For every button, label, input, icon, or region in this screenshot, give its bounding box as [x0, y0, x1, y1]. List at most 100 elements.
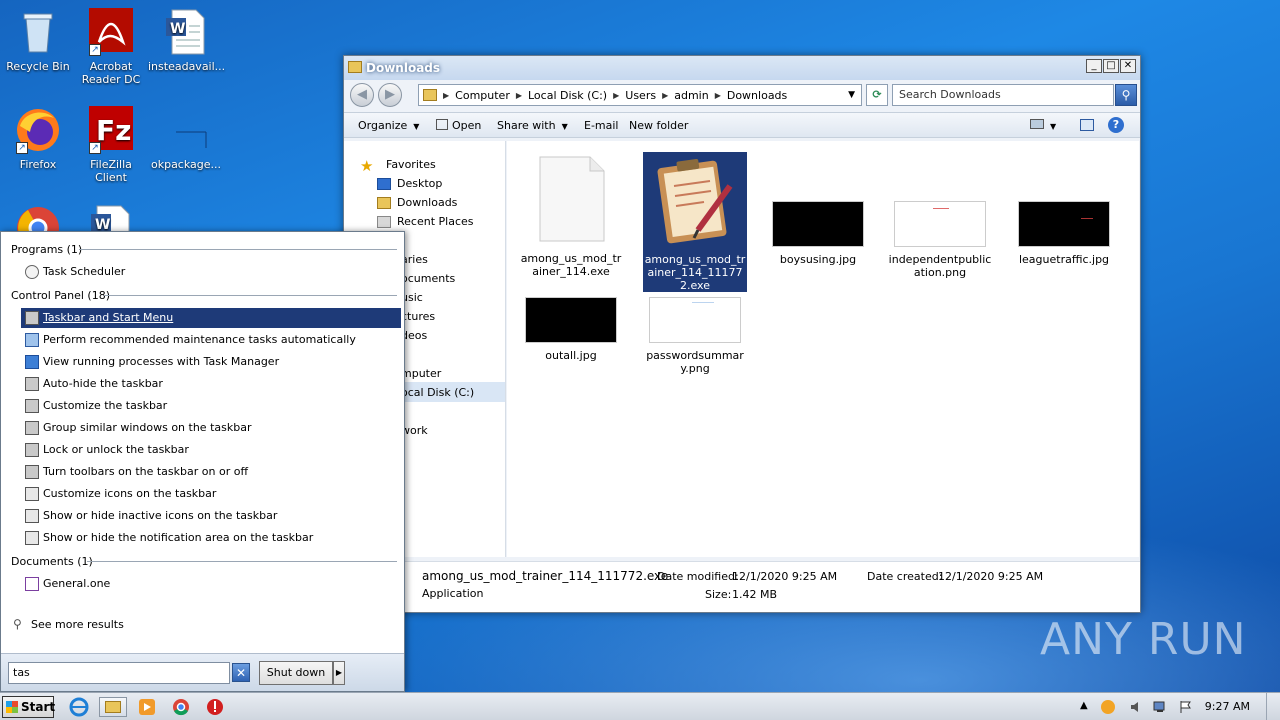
- file-item[interactable]: independentpublication.png: [888, 201, 992, 279]
- action-center-flag-icon[interactable]: [1178, 700, 1192, 714]
- nav-desktop[interactable]: Desktop: [397, 177, 442, 190]
- result-general-one[interactable]: General.one: [21, 574, 401, 594]
- media-player-icon[interactable]: [136, 697, 158, 717]
- file-item[interactable]: leaguetraffic.jpg: [1012, 201, 1116, 266]
- result-control-item[interactable]: Group similar windows on the taskbar: [21, 418, 401, 438]
- documents-header[interactable]: Documents (1): [11, 555, 93, 568]
- clear-search-icon[interactable]: ✕: [232, 663, 250, 682]
- view-options-icon[interactable]: ▼: [1030, 119, 1056, 132]
- network-icon[interactable]: [1153, 700, 1167, 714]
- file-item-selected[interactable]: among_us_mod_trainer_114_111772.exe: [643, 152, 747, 292]
- result-control-item[interactable]: Show or hide the notification area on th…: [21, 528, 401, 548]
- start-button[interactable]: Start: [2, 696, 55, 718]
- result-control-item[interactable]: Lock or unlock the taskbar: [21, 440, 401, 460]
- shutdown-button[interactable]: Shut down: [259, 661, 333, 685]
- control-panel-header[interactable]: Control Panel (18): [11, 289, 110, 302]
- organize-menu[interactable]: Organize ▼: [358, 119, 419, 132]
- file-item[interactable]: boysusing.jpg: [766, 201, 870, 266]
- chevron-right-icon[interactable]: ▶: [613, 91, 619, 100]
- chevron-down-icon: ▼: [413, 122, 420, 131]
- nav-computer[interactable]: mputer: [401, 367, 441, 380]
- breadcrumb-downloads[interactable]: Downloads: [727, 89, 787, 102]
- minimize-button[interactable]: _: [1086, 59, 1102, 73]
- file-item[interactable]: among_us_mod_trainer_114.exe: [519, 155, 623, 278]
- result-control-item[interactable]: Customize the taskbar: [21, 396, 401, 416]
- breadcrumb-local-disk[interactable]: Local Disk (C:): [528, 89, 607, 102]
- nav-downloads[interactable]: Downloads: [397, 196, 457, 209]
- result-control-item[interactable]: Auto-hide the taskbar: [21, 374, 401, 394]
- file-name: outall.jpg: [545, 349, 597, 362]
- divider: [104, 295, 397, 296]
- details-filename: among_us_mod_trainer_114_111772.exe: [422, 569, 669, 583]
- result-label: Taskbar and Start Menu: [43, 311, 174, 324]
- share-with-menu[interactable]: Share with ▼: [497, 119, 568, 132]
- chevron-right-icon[interactable]: ▶: [715, 91, 721, 100]
- programs-header[interactable]: Programs (1): [11, 243, 82, 256]
- chevron-right-icon[interactable]: ▶: [662, 91, 668, 100]
- result-control-item[interactable]: Perform recommended maintenance tasks au…: [21, 330, 401, 350]
- refresh-button[interactable]: ⟳: [866, 84, 888, 106]
- taskbar-settings-icon: [25, 311, 39, 325]
- desktop-icon-recycle-bin[interactable]: Recycle Bin: [0, 8, 76, 73]
- address-bar[interactable]: ▶ Computer ▶ Local Disk (C:) ▶ Users ▶ a…: [418, 84, 862, 106]
- speaker-icon[interactable]: [1129, 700, 1143, 714]
- maximize-button[interactable]: □: [1103, 59, 1119, 73]
- preview-pane-icon[interactable]: [1080, 119, 1094, 134]
- desktop-icon-word-2[interactable]: W: [73, 204, 149, 232]
- nav-libraries[interactable]: aries: [401, 253, 428, 266]
- show-hidden-icons-icon[interactable]: ▲: [1080, 700, 1094, 714]
- new-folder-button[interactable]: New folder: [629, 119, 688, 132]
- chrome-icon[interactable]: [170, 697, 192, 717]
- avast-tray-icon[interactable]: [1101, 700, 1115, 714]
- filezilla-icon: Fz ↗: [87, 106, 135, 154]
- desktop-icon-okpackage[interactable]: okpackage...: [148, 106, 224, 171]
- forward-button[interactable]: ▶: [378, 83, 402, 107]
- see-more-results-link[interactable]: ⚲ See more results: [13, 617, 124, 631]
- clock[interactable]: 9:27 AM: [1205, 700, 1250, 713]
- file-item[interactable]: passwordsummary.png: [643, 297, 747, 375]
- email-button[interactable]: E-mail: [584, 119, 619, 132]
- show-desktop-button[interactable]: [1266, 693, 1280, 720]
- close-button[interactable]: ✕: [1120, 59, 1136, 73]
- search-icon[interactable]: ⚲: [1115, 84, 1137, 106]
- start-search-input[interactable]: tas: [8, 662, 230, 684]
- breadcrumb-computer[interactable]: Computer: [455, 89, 510, 102]
- start-menu: Programs (1) Task Scheduler Control Pane…: [0, 231, 405, 692]
- open-icon: [436, 119, 448, 130]
- nav-favorites[interactable]: Favorites: [386, 158, 436, 171]
- result-control-item[interactable]: View running processes with Task Manager: [21, 352, 401, 372]
- window-titlebar[interactable]: Downloads _ □ ✕: [344, 56, 1140, 80]
- breadcrumb-admin[interactable]: admin: [674, 89, 708, 102]
- details-created: 12/1/2020 9:25 AM: [938, 570, 1044, 583]
- warning-app-icon[interactable]: [204, 697, 226, 717]
- nav-pictures[interactable]: ctures: [401, 310, 435, 323]
- file-item[interactable]: outall.jpg: [519, 297, 623, 362]
- result-control-item[interactable]: Taskbar and Start Menu: [21, 308, 401, 328]
- shutdown-options-icon[interactable]: ▶: [333, 661, 345, 685]
- nav-recent-places[interactable]: Recent Places: [397, 215, 474, 228]
- nav-documents[interactable]: ocuments: [401, 272, 455, 285]
- explorer-taskbar-icon[interactable]: [99, 697, 127, 717]
- open-button[interactable]: Open: [436, 119, 481, 132]
- desktop-icon-filezilla[interactable]: Fz ↗ FileZilla Client: [73, 106, 149, 184]
- desktop-icon-word-doc[interactable]: W insteadavail...: [148, 8, 225, 73]
- desktop-icon-chrome[interactable]: [0, 204, 76, 232]
- desktop-icon-acrobat[interactable]: ↗ Acrobat Reader DC: [73, 8, 149, 86]
- back-button[interactable]: ◀: [350, 83, 374, 107]
- firefox-icon: ↗: [14, 106, 62, 154]
- result-task-scheduler[interactable]: Task Scheduler: [21, 262, 401, 282]
- internet-explorer-icon[interactable]: [68, 697, 90, 717]
- breadcrumb-users[interactable]: Users: [625, 89, 656, 102]
- result-control-item[interactable]: Turn toolbars on the taskbar on or off: [21, 462, 401, 482]
- taskbar-settings-icon: [25, 421, 39, 435]
- taskbar-settings-icon: [25, 465, 39, 479]
- nav-local-disk[interactable]: ocal Disk (C:): [401, 386, 474, 399]
- result-control-item[interactable]: Show or hide inactive icons on the taskb…: [21, 506, 401, 526]
- open-label: Open: [452, 119, 482, 132]
- search-input[interactable]: Search Downloads: [892, 84, 1114, 106]
- desktop-icon-firefox[interactable]: ↗ Firefox: [0, 106, 76, 171]
- address-dropdown-icon[interactable]: ▼: [848, 90, 855, 100]
- result-control-item[interactable]: Customize icons on the taskbar: [21, 484, 401, 504]
- help-icon[interactable]: ?: [1108, 117, 1124, 133]
- chevron-right-icon[interactable]: ▶: [516, 91, 522, 100]
